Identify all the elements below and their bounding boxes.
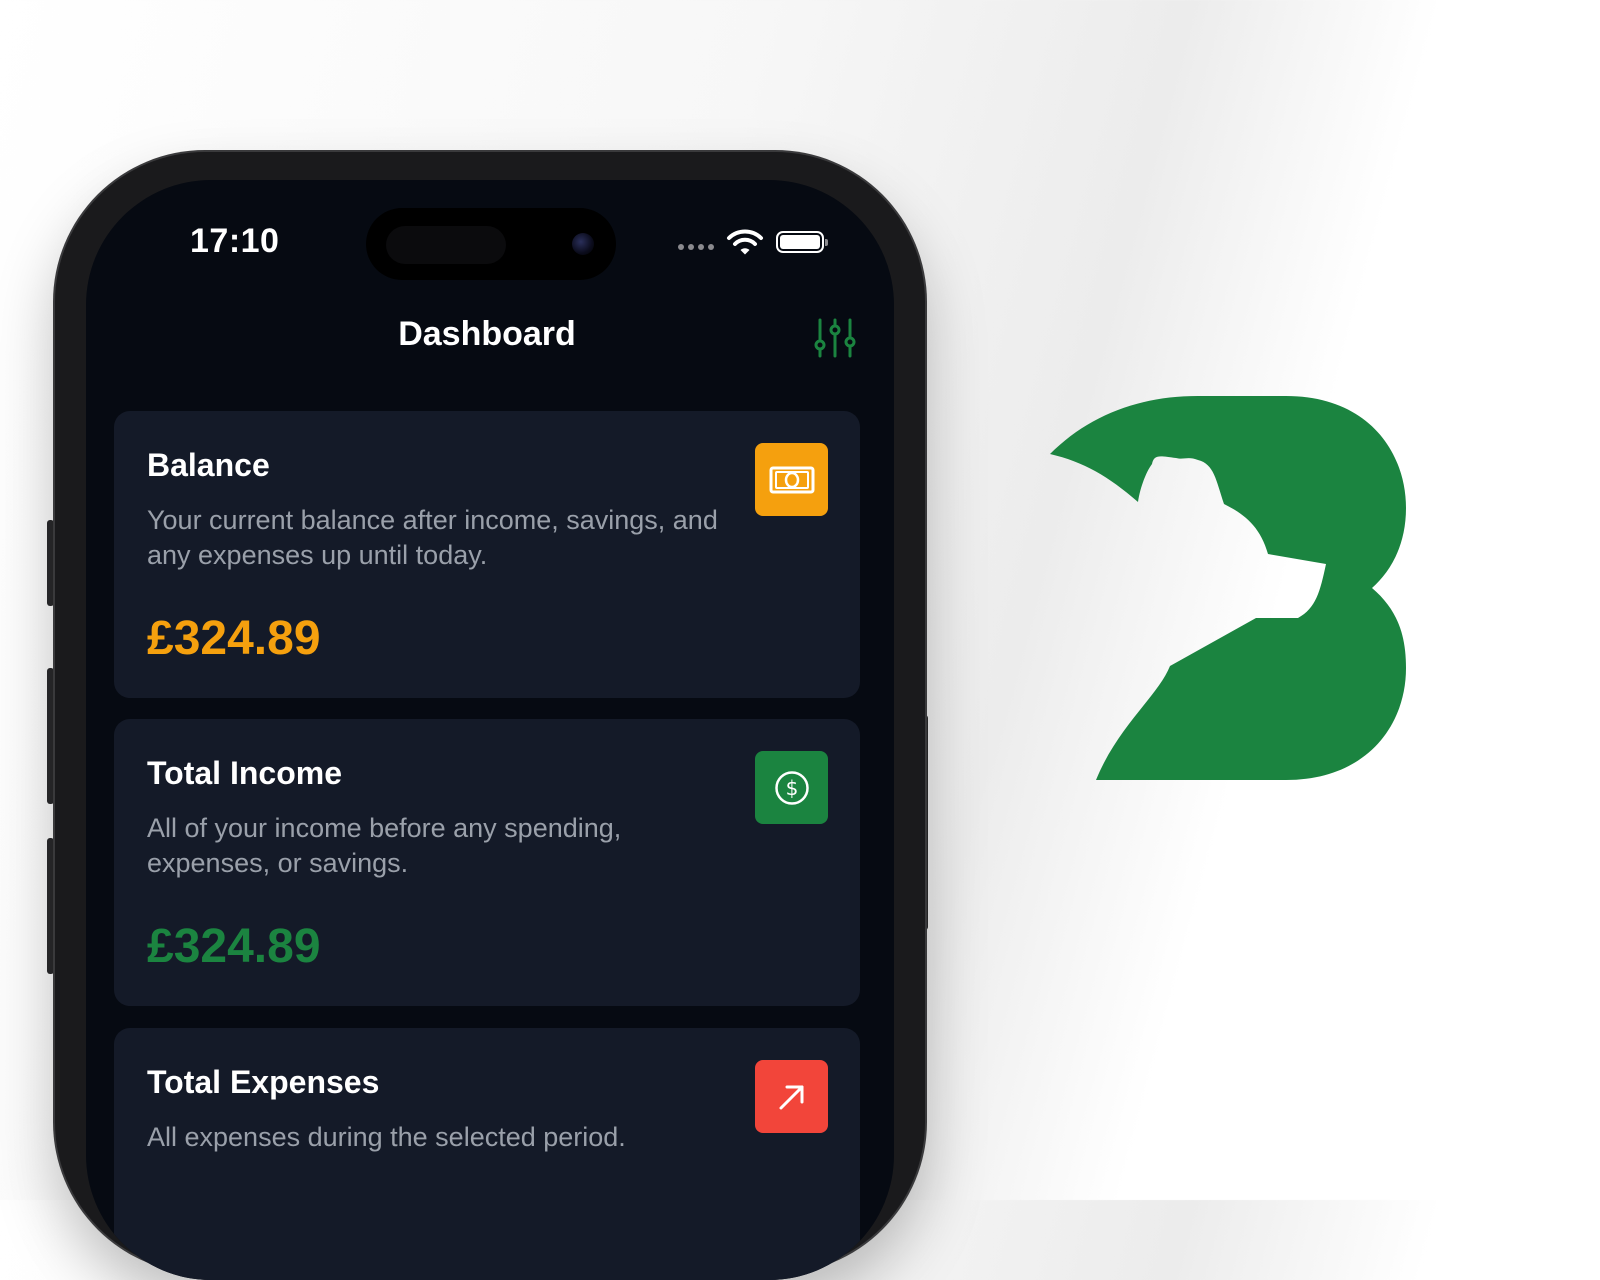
dollar-circle-icon: $ (774, 770, 809, 805)
status-time: 17:10 (190, 222, 280, 260)
expenses-card[interactable]: Total Expenses All expenses during the s… (114, 1028, 860, 1280)
banknote-icon (769, 466, 814, 493)
side-button-action[interactable] (47, 520, 54, 606)
cellular-signal-icon (678, 244, 714, 250)
filter-button[interactable] (814, 318, 856, 358)
side-button-volume-up[interactable] (47, 668, 54, 804)
card-description: All of your income before any spending, … (147, 813, 622, 878)
balance-card[interactable]: Balance Your current balance after incom… (114, 411, 860, 698)
card-title: Total Expenses (147, 1064, 380, 1100)
svg-text:$: $ (785, 776, 798, 800)
income-icon-badge: $ (755, 751, 828, 824)
dynamic-island (366, 208, 616, 280)
wifi-icon (727, 229, 763, 255)
card-title: Balance (147, 447, 270, 483)
balance-value: £324.89 (147, 612, 321, 665)
brand-logo-icon (1050, 396, 1406, 780)
income-card[interactable]: Total Income All of your income before a… (114, 719, 860, 1006)
battery-icon (776, 231, 828, 253)
expenses-icon-badge (755, 1060, 828, 1133)
phone-screen: 17:10 Dashboard Balance Your current bal… (86, 180, 894, 1280)
arrow-up-right-icon (779, 1085, 803, 1109)
sliders-icon (814, 318, 856, 358)
card-description: All expenses during the selected period. (147, 1122, 626, 1152)
camera-icon (572, 233, 594, 255)
page-title: Dashboard (398, 315, 576, 353)
side-button-volume-down[interactable] (47, 838, 54, 974)
card-description: Your current balance after income, savin… (147, 505, 718, 570)
balance-icon-badge (755, 443, 828, 516)
income-value: £324.89 (147, 920, 321, 973)
card-title: Total Income (147, 755, 342, 791)
status-indicators (678, 228, 828, 256)
